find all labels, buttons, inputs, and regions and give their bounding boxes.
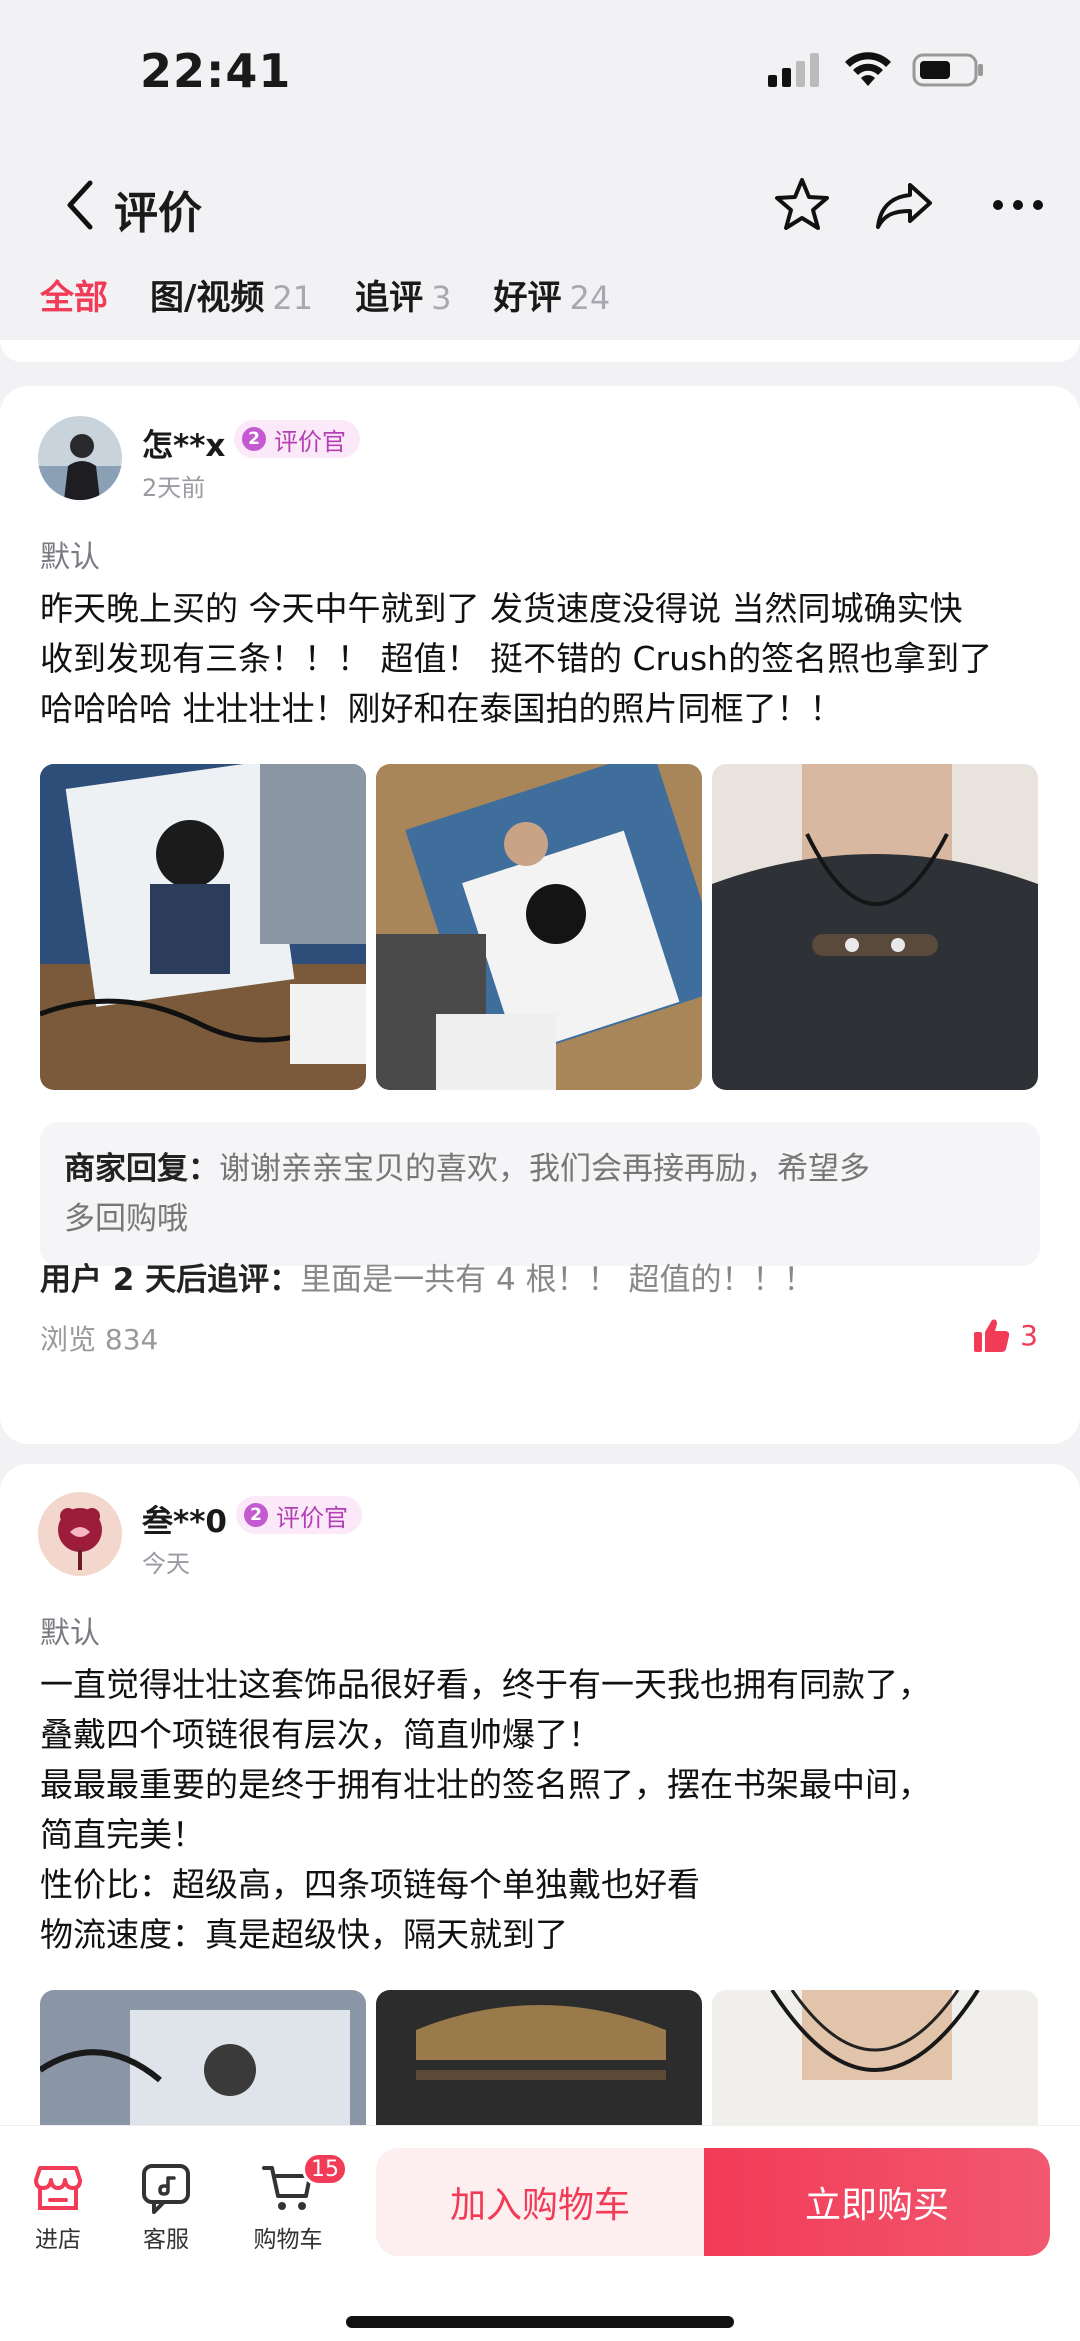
review-line: 物流速度：真是超级快，隔天就到了 bbox=[40, 1915, 568, 1954]
home-indicator bbox=[346, 2316, 734, 2328]
thumbs-up-icon bbox=[974, 1319, 1010, 1352]
reviewer-badge: 2 评价官 bbox=[234, 420, 360, 458]
more-icon[interactable] bbox=[990, 177, 1046, 233]
badge-label: 评价官 bbox=[274, 427, 346, 456]
badge-level: 2 bbox=[242, 427, 266, 451]
reviewer-badge: 2 评价官 bbox=[236, 1496, 362, 1534]
tab-label: 追评 bbox=[355, 278, 424, 318]
review-time: 2天前 bbox=[142, 474, 206, 502]
review-line: 最最最重要的是终于拥有壮壮的签名照了，摆在书架最中间， bbox=[40, 1765, 931, 1804]
review-time: 今天 bbox=[142, 1550, 190, 1578]
followup-label: 用户 2 天后追评： bbox=[40, 1262, 301, 1298]
view-count: 浏览 834 bbox=[40, 1323, 159, 1356]
cart-button[interactable]: 购物车 15 bbox=[238, 2152, 348, 2254]
star-icon[interactable] bbox=[772, 175, 832, 235]
tab-followup[interactable]: 追评 3 bbox=[355, 270, 451, 319]
cart-count-badge: 15 bbox=[302, 2152, 348, 2186]
chat-icon bbox=[142, 2164, 190, 2214]
review-text: 昨天晚上买的 今天中午就到了 发货速度没得说 当然同城确实快 收到发现有三条！！… bbox=[40, 584, 1045, 734]
tab-count: 24 bbox=[569, 279, 611, 317]
signal-icon bbox=[768, 53, 819, 87]
review-line: 简直完美！ bbox=[40, 1815, 205, 1854]
avatar[interactable] bbox=[38, 416, 122, 500]
review-line: 一直觉得壮壮这套饰品很好看，终于有一天我也拥有同款了， bbox=[40, 1665, 931, 1704]
store-icon bbox=[34, 2166, 82, 2210]
review-line: 叠戴四个项链很有层次，简直帅爆了！ bbox=[40, 1715, 601, 1754]
username[interactable]: 叁**0 bbox=[142, 1496, 227, 1541]
review-line: 昨天晚上买的 今天中午就到了 发货速度没得说 当然同城确实快 bbox=[40, 589, 963, 628]
tab-count: 21 bbox=[272, 279, 314, 317]
follow-up-review: 用户 2 天后追评：里面是一共有 4 根！！ 超值的！！！ bbox=[40, 1254, 814, 1299]
tab-count: 3 bbox=[431, 279, 452, 317]
service-label: 客服 bbox=[143, 2227, 189, 2253]
username[interactable]: 怎**x bbox=[142, 420, 225, 465]
review-line: 收到发现有三条！！！ 超值！ 挺不错的 Crush的签名照也拿到了 bbox=[40, 639, 993, 678]
review-line: 哈哈哈哈 壮壮壮壮！刚好和在泰国拍的照片同框了！！ bbox=[40, 689, 843, 728]
buy-now-button[interactable]: 立即购买 bbox=[704, 2148, 1050, 2256]
review-photo[interactable] bbox=[712, 764, 1038, 1090]
page-title: 评价 bbox=[114, 188, 202, 239]
status-time: 22:41 bbox=[140, 44, 292, 98]
battery-icon bbox=[912, 53, 983, 87]
filter-tabs: 全部 图/视频 21 追评 3 好评 24 bbox=[40, 270, 610, 319]
tab-all[interactable]: 全部 bbox=[40, 270, 108, 319]
customer-service-button[interactable]: 客服 bbox=[116, 2160, 216, 2254]
badge-label: 评价官 bbox=[276, 1503, 348, 1532]
status-icons bbox=[768, 52, 984, 88]
status-bar: 22:41 bbox=[0, 0, 1080, 140]
back-icon[interactable] bbox=[58, 175, 102, 235]
like-count: 3 bbox=[1020, 1318, 1038, 1352]
tab-positive[interactable]: 好评 24 bbox=[494, 270, 611, 319]
reply-text: 多回购哦 bbox=[64, 1201, 188, 1237]
tab-label: 好评 bbox=[493, 278, 562, 318]
avatar[interactable] bbox=[38, 1492, 122, 1576]
product-spec: 默认 bbox=[40, 540, 100, 575]
review-text: 一直觉得壮壮这套饰品很好看，终于有一天我也拥有同款了， 叠戴四个项链很有层次，简… bbox=[40, 1660, 1045, 1960]
bottom-action-bar: 进店 客服 购物车 15 加入购物车 立即购买 bbox=[0, 2125, 1080, 2341]
tab-label: 图/视频 bbox=[150, 278, 265, 318]
followup-text: 里面是一共有 4 根！！ 超值的！！！ bbox=[300, 1262, 815, 1298]
product-spec: 默认 bbox=[40, 1616, 100, 1651]
review-line: 性价比：超级高，四条项链每个单独戴也好看 bbox=[40, 1865, 700, 1904]
wifi-icon bbox=[845, 52, 891, 86]
like-button[interactable]: 3 bbox=[974, 1318, 1038, 1352]
badge-level: 2 bbox=[244, 1503, 268, 1527]
review-card: 怎**x 2 评价官 2天前 默认 昨天晚上买的 今天中午就到了 发货速度没得说… bbox=[0, 386, 1080, 1444]
tab-media[interactable]: 图/视频 21 bbox=[150, 270, 313, 319]
reply-label: 商家回复： bbox=[64, 1151, 219, 1187]
tab-label: 全部 bbox=[40, 278, 108, 318]
merchant-reply: 商家回复：谢谢亲亲宝贝的喜欢，我们会再接再励，希望多 多回购哦 bbox=[40, 1122, 1040, 1266]
cart-label: 购物车 bbox=[253, 2227, 323, 2253]
review-card: 叁**0 2 评价官 今天 默认 一直觉得壮壮这套饰品很好看，终于有一天我也拥有… bbox=[0, 1464, 1080, 2316]
add-to-cart-button[interactable]: 加入购物车 bbox=[376, 2148, 704, 2256]
review-photos bbox=[40, 764, 1038, 1090]
reply-text: 谢谢亲亲宝贝的喜欢，我们会再接再励，希望多 bbox=[219, 1151, 870, 1187]
previous-card-edge bbox=[0, 340, 1080, 362]
nav-bar: 评价 bbox=[0, 155, 1080, 255]
review-photo[interactable] bbox=[40, 764, 366, 1090]
shop-button[interactable]: 进店 bbox=[8, 2160, 108, 2254]
share-icon[interactable] bbox=[872, 175, 936, 235]
shop-label: 进店 bbox=[35, 2227, 81, 2253]
review-photo[interactable] bbox=[376, 764, 702, 1090]
